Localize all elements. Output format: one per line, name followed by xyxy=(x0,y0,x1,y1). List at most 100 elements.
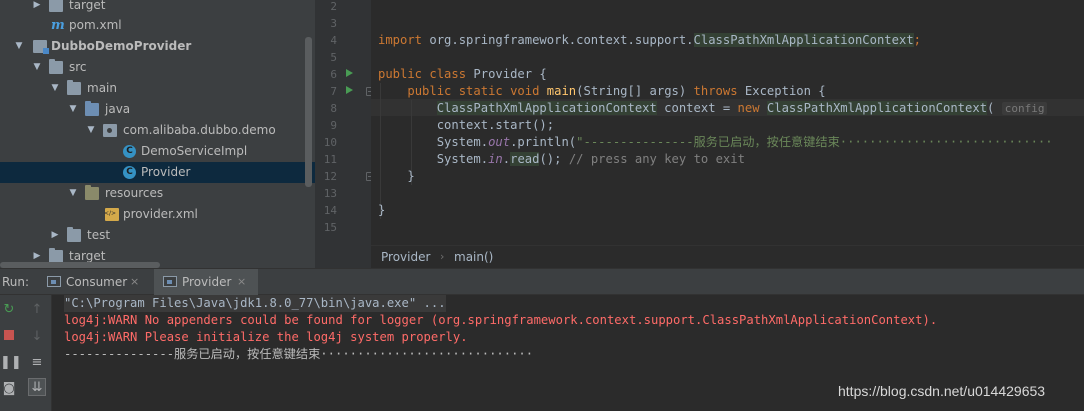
line-number: 12 xyxy=(323,170,337,183)
stop-icon[interactable] xyxy=(0,328,18,346)
run-panel-header: Run: Consumer × Provider × xyxy=(0,268,1084,295)
collapse-arrow-icon[interactable]: ▼ xyxy=(13,36,25,57)
line-number: 13 xyxy=(323,187,337,200)
run-toolbar: ↻ ↑ ↓ ❚❚ ≡ ◙ ⇊ xyxy=(0,295,52,411)
breadcrumb-separator: › xyxy=(440,250,445,263)
tree-item-package[interactable]: ▼ com.alibaba.dubbo.demo xyxy=(0,120,315,141)
run-config-icon xyxy=(163,276,177,287)
class-icon xyxy=(123,145,136,158)
line-number: 14 xyxy=(323,204,337,217)
tree-item-label: test xyxy=(87,228,111,242)
tree-item-label: java xyxy=(105,102,131,116)
code-line-6: public class Provider { xyxy=(378,67,547,81)
line-number: 9 xyxy=(330,119,337,132)
breadcrumb-gutter xyxy=(315,245,371,268)
tree-item-provider-xml[interactable]: provider.xml xyxy=(0,204,315,225)
console-line: ---------------服务已启动，按任意键结束·············… xyxy=(64,347,534,361)
tree-item-demoserviceimpl[interactable]: DemoServiceImpl xyxy=(0,141,315,162)
expand-arrow-icon[interactable]: ▶ xyxy=(49,225,61,246)
tree-item-resources[interactable]: ▼ resources xyxy=(0,183,315,204)
pause-icon[interactable]: ❚❚ xyxy=(0,354,22,372)
run-label: Run: xyxy=(2,275,30,289)
tree-item-main[interactable]: ▼ main xyxy=(0,78,315,99)
class-icon xyxy=(123,166,136,179)
code-line-11: System.in.read(); // press any key to ex… xyxy=(436,152,745,166)
tree-item-label: DubboDemoProvider xyxy=(51,39,192,53)
folder-icon xyxy=(67,227,81,242)
resources-folder-icon xyxy=(85,185,99,200)
tree-item-label: pom.xml xyxy=(69,18,122,32)
package-icon xyxy=(103,124,117,137)
code-line-10: System.out.println("---------------服务已启动… xyxy=(436,135,1053,149)
line-number: 3 xyxy=(330,17,337,30)
code-line-4: import org.springframework.context.suppo… xyxy=(378,33,921,47)
tree-item-label: main xyxy=(87,81,117,95)
collapse-arrow-icon[interactable]: ▼ xyxy=(67,99,79,120)
rerun-icon[interactable]: ↻ xyxy=(0,301,18,319)
line-number: 6 xyxy=(330,68,337,81)
tree-item-test[interactable]: ▶ test xyxy=(0,225,315,246)
tree-item-java[interactable]: ▼ java xyxy=(0,99,315,120)
code-line-7: public static void main(String[] args) t… xyxy=(407,84,826,98)
xml-file-icon xyxy=(104,208,119,221)
run-config-icon xyxy=(47,276,61,287)
line-number: 11 xyxy=(323,153,337,166)
module-icon xyxy=(33,40,49,54)
watermark: https://blog.csdn.net/u014429653 xyxy=(838,383,1046,399)
scroll-down-icon[interactable]: ↓ xyxy=(28,328,46,346)
line-number: 7 xyxy=(330,85,337,98)
tree-item-dubbodemoprovider[interactable]: ▼ DubboDemoProvider xyxy=(0,36,315,57)
tree-item-src[interactable]: ▼ src xyxy=(0,57,315,78)
tree-item-provider[interactable]: Provider xyxy=(0,162,315,183)
tree-item-label: DemoServiceImpl xyxy=(141,144,248,158)
parameter-hint: config xyxy=(1001,102,1048,115)
breadcrumb-item-provider[interactable]: Provider xyxy=(381,250,430,264)
source-folder-icon xyxy=(85,101,99,116)
tab-label: Consumer xyxy=(66,275,128,289)
console-line: log4j:WARN Please initialize the log4j s… xyxy=(64,330,468,344)
line-number: 2 xyxy=(330,0,337,13)
tree-item-label: target xyxy=(69,0,106,12)
tree-item-label: src xyxy=(69,60,87,74)
collapse-arrow-icon[interactable]: ▼ xyxy=(31,57,43,78)
tree-item-label: provider.xml xyxy=(123,207,198,221)
tree-item-label: Provider xyxy=(141,165,191,179)
tree-item-pom-xml[interactable]: m pom.xml xyxy=(0,15,315,36)
line-number: 4 xyxy=(330,34,337,47)
run-main-icon[interactable] xyxy=(346,86,353,94)
tree-item-target-top[interactable]: ▶ target xyxy=(0,0,315,16)
scroll-up-icon[interactable]: ↑ xyxy=(28,301,46,319)
folder-icon xyxy=(67,80,81,95)
maven-icon: m xyxy=(51,18,65,33)
tab-consumer[interactable]: Consumer × xyxy=(38,269,150,295)
code-line-9: context.start(); xyxy=(436,118,555,132)
close-icon[interactable]: × xyxy=(237,275,246,288)
collapse-arrow-icon[interactable]: ▼ xyxy=(67,183,79,204)
collapse-arrow-icon[interactable]: ▼ xyxy=(49,78,61,99)
breadcrumb-item-main[interactable]: main() xyxy=(454,250,493,264)
line-number: 10 xyxy=(323,136,337,149)
camera-icon[interactable]: ◙ xyxy=(0,380,18,398)
close-icon[interactable]: × xyxy=(130,275,139,288)
scroll-to-end-icon[interactable]: ⇊ xyxy=(28,378,46,396)
code-line-14: } xyxy=(378,203,386,217)
tree-item-label: com.alibaba.dubbo.demo xyxy=(123,123,276,137)
project-tree: ▶ target m pom.xml ▼ DubboDemoProvider ▼… xyxy=(0,0,315,268)
tree-item-label: resources xyxy=(105,186,164,200)
code-line-12: } xyxy=(407,169,415,183)
console-line: "C:\Program Files\Java\jdk1.8.0_77\bin\j… xyxy=(64,295,446,312)
run-class-icon[interactable] xyxy=(346,69,353,77)
breadcrumb: Provider › main() xyxy=(371,245,1084,268)
folder-icon xyxy=(49,0,63,12)
tab-label: Provider xyxy=(182,275,232,289)
line-number: 8 xyxy=(330,102,337,115)
collapse-arrow-icon[interactable]: ▼ xyxy=(85,120,97,141)
expand-arrow-icon[interactable]: ▶ xyxy=(31,0,43,16)
console-line: log4j:WARN No appenders could be found f… xyxy=(64,313,938,327)
code-line-8: ClassPathXmlApplicationContext context =… xyxy=(378,100,1048,117)
folder-icon xyxy=(49,59,63,74)
tab-provider[interactable]: Provider × xyxy=(154,269,258,295)
soft-wrap-icon[interactable]: ≡ xyxy=(28,354,46,372)
tree-vertical-scrollbar[interactable] xyxy=(305,37,312,187)
line-number: 15 xyxy=(323,221,337,234)
